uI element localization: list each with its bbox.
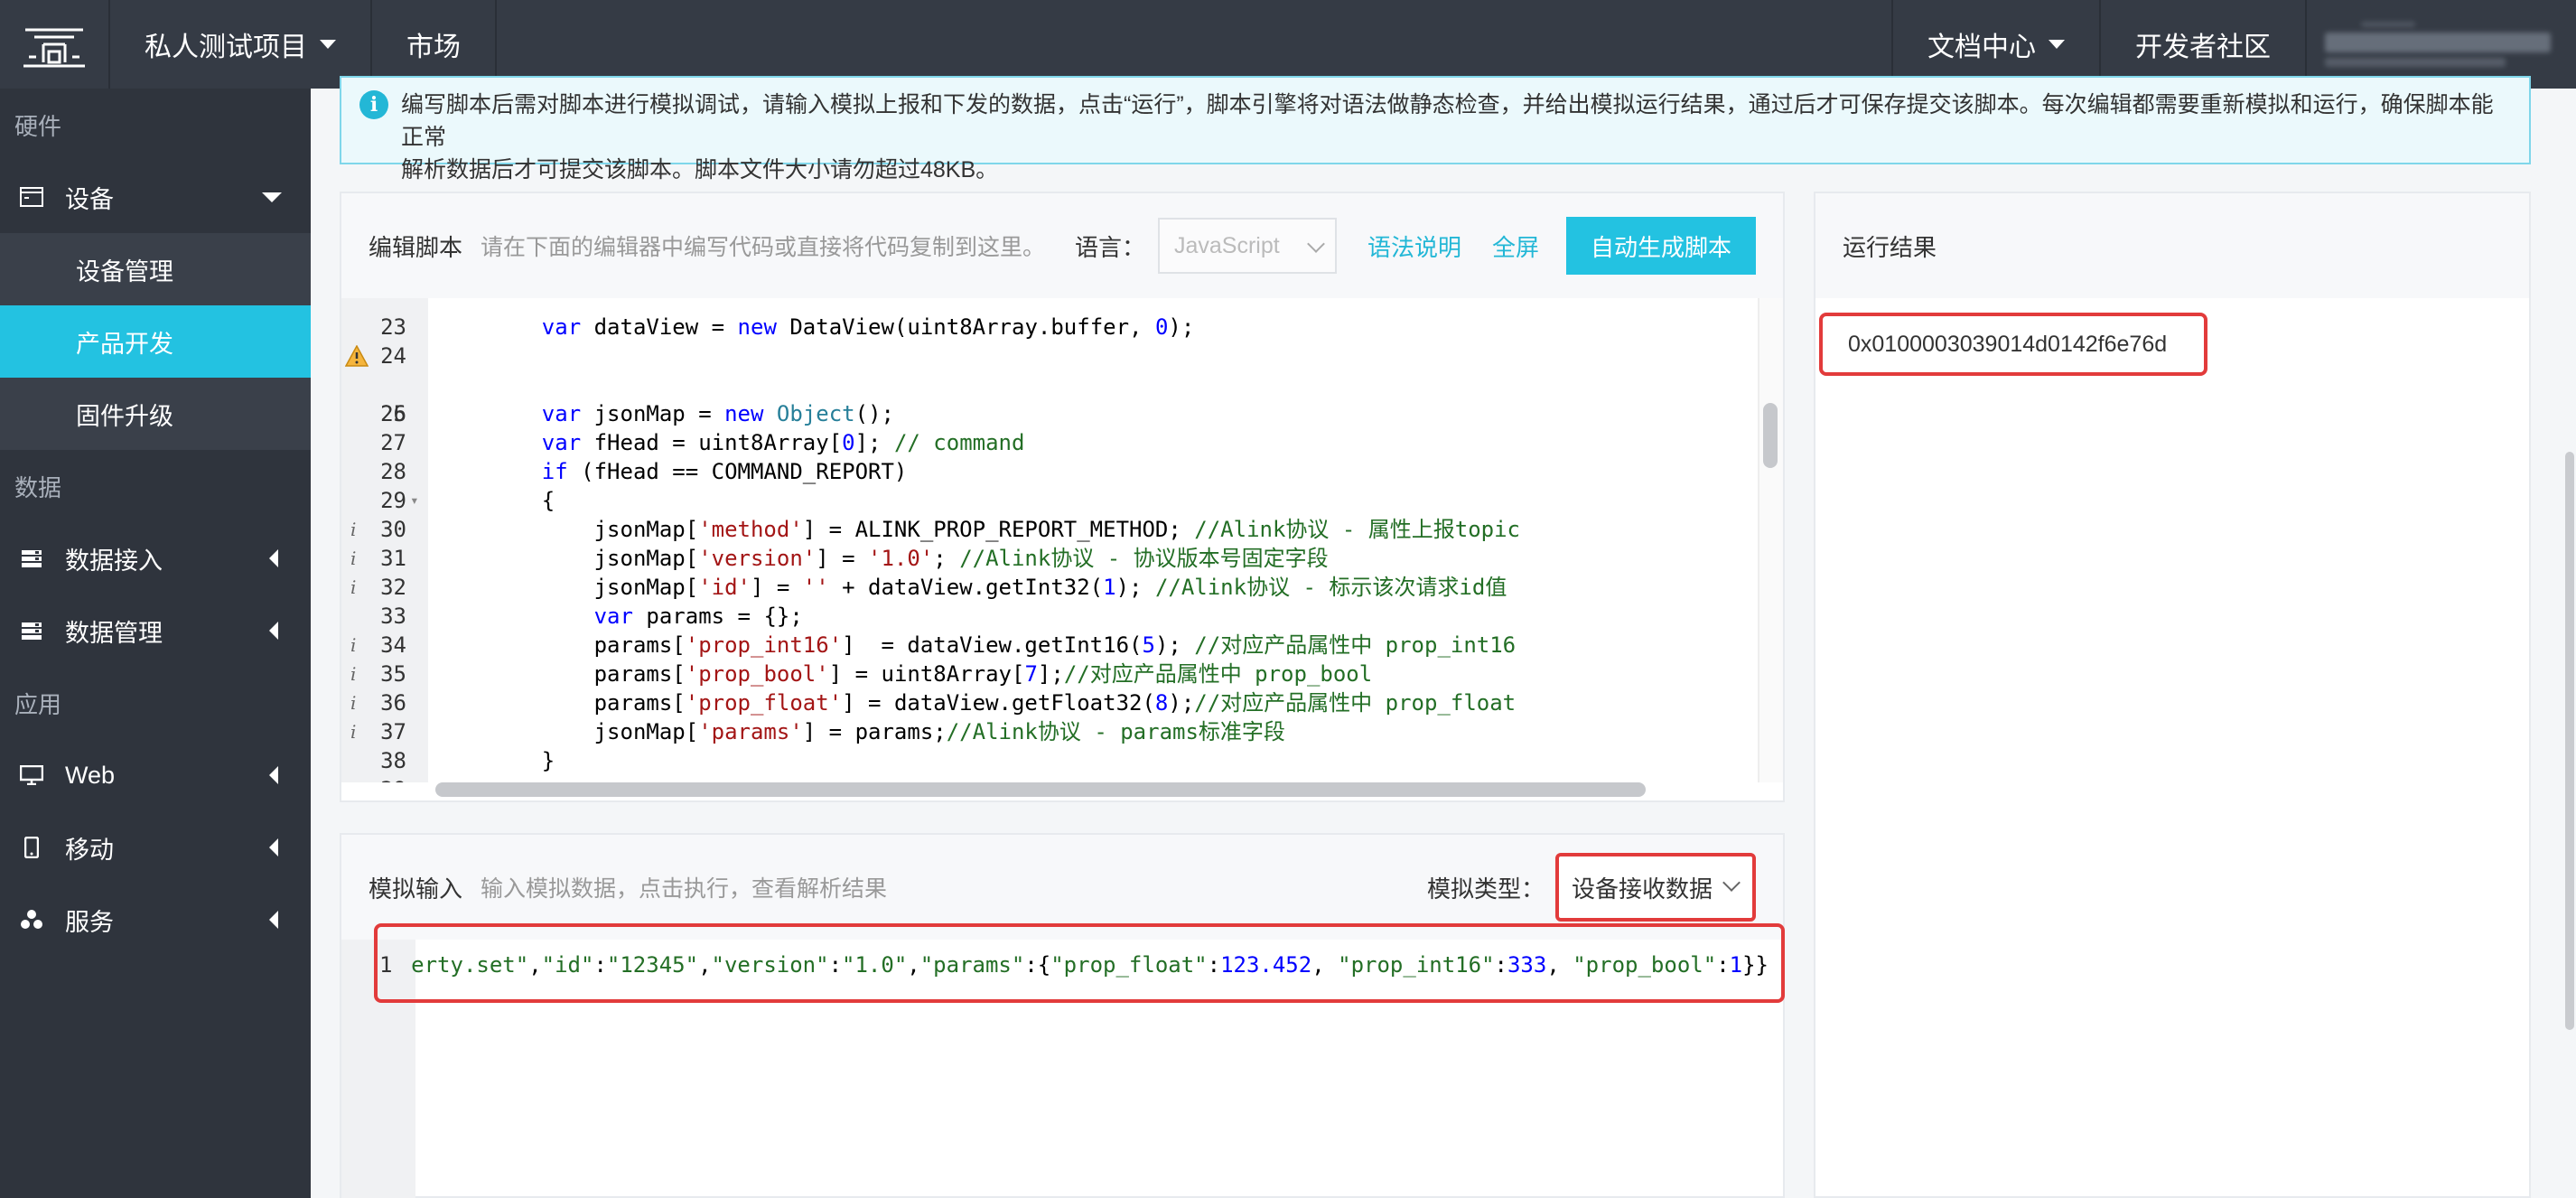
caret-left-icon xyxy=(269,911,278,929)
run-result-panel: 运行结果 0x0100003039014d0142f6e76d xyxy=(1814,192,2531,1198)
device-icon xyxy=(18,183,45,211)
sidebar-item-product-development[interactable]: 产品开发 xyxy=(0,305,311,378)
code-line: i 36 params['prop_float'] = dataView.getF… xyxy=(350,690,1517,716)
community-label: 开发者社区 xyxy=(2135,33,2271,62)
simulation-type-select[interactable]: 设备接收数据 xyxy=(1555,853,1756,922)
syntax-help-link[interactable]: 语法说明 xyxy=(1367,229,1461,263)
sidebar-item-device[interactable]: 设备 xyxy=(0,161,311,233)
language-value: JavaScript xyxy=(1173,232,1280,258)
caret-left-icon xyxy=(269,549,278,567)
code-line: 40 xyxy=(341,775,1758,782)
code-line: 25 var jsonMap = new Object(); xyxy=(341,342,1758,426)
editor-hint: 请在下面的编辑器中编写代码或直接将代码复制到这里。 xyxy=(481,235,1046,260)
code-line: i 31 jsonMap['version'] = '1.0'; //Alink协… xyxy=(350,546,1329,571)
mobile-phone-icon xyxy=(18,834,45,861)
notice-text-line-2: 解析数据后才可提交该脚本。脚本文件大小请勿超过48KB。 xyxy=(401,157,999,183)
editor-vertical-scroll-thumb[interactable] xyxy=(1763,403,1778,468)
result-header: 运行结果 xyxy=(1815,193,2529,298)
simulation-input-panel: 模拟输入 输入模拟数据，点击执行，查看解析结果 模拟类型： 设备接收数据 1 e… xyxy=(340,833,1785,1198)
logo[interactable] xyxy=(0,0,108,89)
sidebar-item-service[interactable]: 服务 xyxy=(0,884,311,956)
result-value: 0x0100003039014d0142f6e76d xyxy=(1819,313,2207,376)
sidebar-item-device-management[interactable]: 设备管理 xyxy=(0,233,311,305)
blurred-username xyxy=(2325,22,2558,67)
sidebar-item-label: 移动 xyxy=(65,836,114,864)
sidebar-item-firmware-upgrade[interactable]: 固件升级 xyxy=(0,378,311,450)
chevron-down-icon xyxy=(1722,874,1741,892)
sidebar-item-label: Web xyxy=(65,761,116,789)
page-scrollbar[interactable] xyxy=(2565,452,2574,1030)
caret-down-icon xyxy=(320,40,336,49)
simulation-input-text: erty.set","id":"12345","version":"1.0","… xyxy=(411,952,1769,978)
sidebar: 硬件 设备 设备管理 产品开发 固件升级 数据 数据接入 数据管理 应用 Web xyxy=(0,89,311,1198)
script-editor-panel: 编辑脚本 请在下面的编辑器中编写代码或直接将代码复制到这里。 语言： JavaS… xyxy=(340,192,1785,802)
language-select[interactable]: JavaScript xyxy=(1157,218,1337,274)
code-line: 38 } xyxy=(380,748,555,773)
simulation-input-editor[interactable]: 1 erty.set","id":"12345","version":"1.0"… xyxy=(374,923,1785,1003)
simulation-type-label: 模拟类型： xyxy=(1426,875,1545,903)
project-label: 私人测试项目 xyxy=(145,33,307,62)
code-editor[interactable]: 23 var dataView = new DataView(uint8Arra… xyxy=(341,298,1758,782)
code-line: i 37 jsonMap['params'] = params;//Alink协议… xyxy=(350,719,1285,744)
iot-logo-icon xyxy=(23,28,85,68)
docs-label: 文档中心 xyxy=(1927,33,2036,62)
code-line: 29 ▾ { xyxy=(380,488,555,513)
monitor-icon xyxy=(18,762,45,789)
caret-down-icon xyxy=(262,192,282,202)
info-notice: i 编写脚本后需对脚本进行模拟调试，请输入模拟上报和下发的数据，点击“运行”，脚… xyxy=(340,76,2531,183)
sidebar-item-web[interactable]: Web xyxy=(0,739,311,811)
result-title: 运行结果 xyxy=(1843,233,1937,261)
editor-header: 编辑脚本 请在下面的编辑器中编写代码或直接将代码复制到这里。 语言： JavaS… xyxy=(341,193,1783,298)
code-line: i 30 jsonMap['method'] = ALINK_PROP_REPOR… xyxy=(350,517,1521,542)
sidebar-item-data-management[interactable]: 数据管理 xyxy=(0,594,311,667)
sidebar-item-data-access[interactable]: 数据接入 xyxy=(0,522,311,594)
sidebar-section-hardware: 硬件 xyxy=(14,112,62,140)
editor-title: 编辑脚本 xyxy=(369,233,463,261)
auto-generate-script-button[interactable]: 自动生成脚本 xyxy=(1566,217,1756,275)
caret-left-icon xyxy=(269,766,278,784)
chevron-down-icon xyxy=(1307,235,1325,253)
sidebar-item-label: 数据接入 xyxy=(65,547,163,575)
sidebar-item-label: 服务 xyxy=(65,908,114,936)
code-line: 27 var fHead = uint8Array[0]; // command xyxy=(380,430,1025,455)
warning-icon xyxy=(345,345,369,367)
simulation-title: 模拟输入 xyxy=(369,875,463,903)
sidebar-section-apps: 应用 xyxy=(14,690,62,718)
code-line: i 34 params['prop_int16'] = dataView.getI… xyxy=(350,632,1517,658)
simulation-type-value: 设备接收数据 xyxy=(1572,875,1713,903)
code-line: 26 xyxy=(380,401,406,426)
code-line: i 35 params['prop_bool'] = uint8Array[7];… xyxy=(350,661,1373,687)
project-switcher[interactable]: 私人测试项目 xyxy=(108,0,370,89)
editor-horizontal-scroll-thumb[interactable] xyxy=(435,782,1646,797)
simulation-hint: 输入模拟数据，点击执行，查看解析结果 xyxy=(481,876,888,902)
caret-left-icon xyxy=(269,838,278,856)
caret-left-icon xyxy=(269,622,278,640)
code-line: 33 var params = {}; xyxy=(380,604,803,629)
sidebar-item-mobile[interactable]: 移动 xyxy=(0,811,311,884)
code-line: 39 xyxy=(341,746,1758,782)
editor-vertical-scrollbar[interactable] xyxy=(1758,298,1783,782)
database-icon xyxy=(18,617,45,644)
fullscreen-link[interactable]: 全屏 xyxy=(1492,229,1539,263)
service-cubes-icon xyxy=(18,906,45,933)
line-number: 1 xyxy=(379,952,393,978)
code-line: 24 xyxy=(380,343,406,369)
info-icon: i xyxy=(359,90,388,119)
caret-down-icon xyxy=(2049,40,2065,49)
code-line: 23 var dataView = new DataView(uint8Arra… xyxy=(380,314,1195,340)
sidebar-item-label: 数据管理 xyxy=(65,619,163,647)
sidebar-item-label: 设备 xyxy=(65,185,114,213)
language-label: 语言： xyxy=(1074,233,1145,261)
notice-text-line-1: 编写脚本后需对脚本进行模拟调试，请输入模拟上报和下发的数据，点击“运行”，脚本引… xyxy=(401,92,2494,150)
sidebar-section-data: 数据 xyxy=(14,473,62,501)
database-icon xyxy=(18,545,45,572)
code-line: i 32 jsonMap['id'] = '' + dataView.getInt… xyxy=(350,575,1507,600)
market-label: 市场 xyxy=(406,33,461,62)
code-line: 28 if (fHead == COMMAND_REPORT) xyxy=(380,459,908,484)
